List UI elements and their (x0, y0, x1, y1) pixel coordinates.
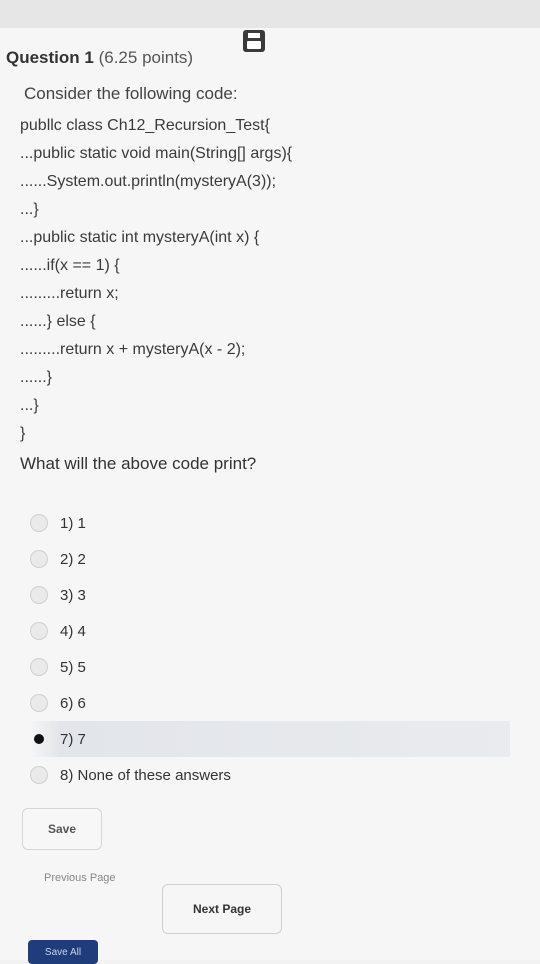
answer-option-3[interactable]: 3) 3 (30, 577, 510, 613)
code-line: .........return x + mysteryA(x - 2); (20, 341, 246, 358)
save-icon[interactable] (243, 30, 265, 52)
code-line: ...public static int mysteryA(int x) { (20, 229, 260, 246)
option-label: 7) 7 (60, 730, 86, 748)
option-label: 8) None of these answers (60, 766, 231, 784)
question-body: Consider the following code: publlc clas… (20, 84, 530, 474)
radio-button[interactable] (30, 658, 48, 676)
code-line: ...public static void main(String[] args… (20, 145, 293, 162)
answer-option-4[interactable]: 4) 4 (30, 613, 510, 649)
previous-page-link[interactable]: Previous Page (44, 872, 116, 884)
answer-option-7[interactable]: 7) 7 (30, 721, 510, 757)
answer-option-2[interactable]: 2) 2 (30, 541, 510, 577)
option-label: 4) 4 (60, 622, 86, 640)
option-label: 2) 2 (60, 550, 86, 568)
next-page-button[interactable]: Next Page (162, 884, 282, 934)
code-line: ...} (20, 397, 39, 414)
answer-option-5[interactable]: 5) 5 (30, 649, 510, 685)
code-line: ......} else { (20, 313, 96, 330)
radio-button[interactable] (30, 586, 48, 604)
question-ask: What will the above code print? (20, 454, 257, 473)
answer-option-1[interactable]: 1) 1 (30, 505, 510, 541)
browser-top-bar (0, 0, 540, 28)
radio-button-selected[interactable] (34, 734, 44, 744)
radio-button[interactable] (30, 622, 48, 640)
code-line: } (20, 425, 26, 442)
radio-button[interactable] (30, 514, 48, 532)
question-prompt: Consider the following code: (24, 84, 238, 103)
radio-button[interactable] (30, 550, 48, 568)
question-points: (6.25 points) (98, 48, 194, 67)
code-line: ...} (20, 201, 39, 218)
answer-option-8[interactable]: 8) None of these answers (30, 757, 510, 793)
code-line: .........return x; (20, 285, 119, 302)
question-title: Question 1 (6.25 points) (6, 48, 193, 68)
code-line: publlc class Ch12_Recursion_Test{ (20, 117, 270, 134)
option-label: 3) 3 (60, 586, 86, 604)
answer-options: 1) 1 2) 2 3) 3 4) 4 5) 5 6) 6 7) 7 8) No… (30, 505, 510, 793)
radio-button[interactable] (30, 766, 48, 784)
code-line: ......System.out.println(mysteryA(3)); (20, 173, 277, 190)
radio-button[interactable] (30, 694, 48, 712)
code-line: ......} (20, 369, 53, 386)
option-label: 6) 6 (60, 694, 86, 712)
save-button[interactable]: Save (22, 808, 102, 850)
code-line: ......if(x == 1) { (20, 257, 120, 274)
code-block: publlc class Ch12_Recursion_Test{ ...pub… (20, 112, 530, 448)
question-number: Question 1 (6, 48, 94, 67)
answer-option-6[interactable]: 6) 6 (30, 685, 510, 721)
save-all-button[interactable]: Save All (28, 940, 98, 964)
option-label: 1) 1 (60, 514, 86, 532)
option-label: 5) 5 (60, 658, 86, 676)
